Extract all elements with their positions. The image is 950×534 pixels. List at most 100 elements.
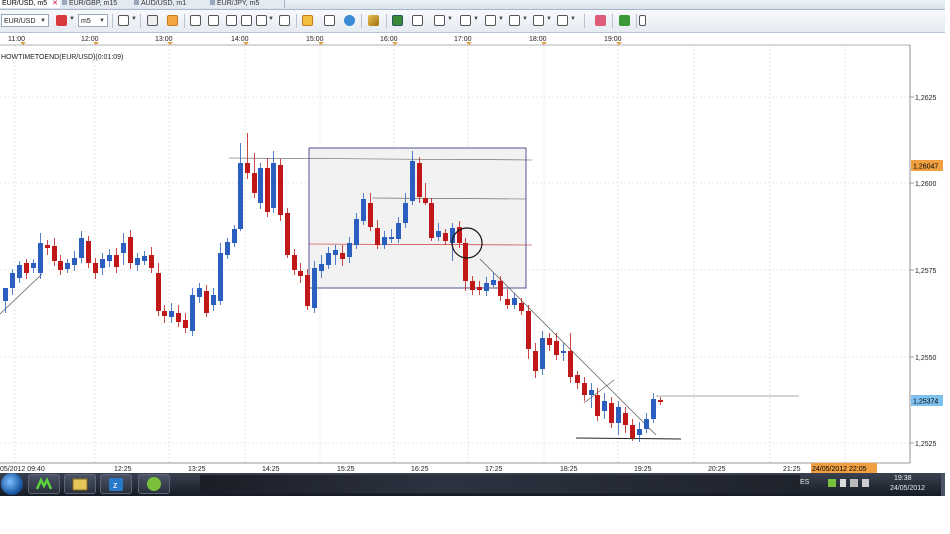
fibonacci-icon[interactable] <box>434 15 445 26</box>
clock-date[interactable]: 24/05/2012 <box>890 485 925 492</box>
text-label-icon[interactable] <box>557 15 568 26</box>
candle-body <box>589 390 594 395</box>
candle-body <box>265 168 270 212</box>
candle-body <box>52 246 57 261</box>
chevron-down-icon[interactable]: ▼ <box>131 16 137 22</box>
toolbar-separator <box>361 14 362 28</box>
candle-body <box>498 281 503 296</box>
rectangle-icon[interactable] <box>533 15 544 26</box>
taskbar-app-m-icon[interactable] <box>28 474 60 494</box>
chevron-down-icon[interactable]: ▼ <box>69 16 75 22</box>
candle-body <box>271 163 276 208</box>
candle <box>278 159 283 221</box>
indicator-label: HOWTIMETOEND(EUR/USD)(0:01:09) <box>1 54 123 61</box>
candle-body <box>561 351 566 353</box>
grid-icon[interactable] <box>324 15 335 26</box>
chart-type-icon[interactable] <box>118 15 129 26</box>
candle-body <box>463 243 468 281</box>
candle-body <box>65 263 70 269</box>
top-time-label: 14:00 <box>231 36 249 43</box>
candle-body <box>24 263 29 273</box>
candle-body <box>410 161 415 201</box>
chevron-down-icon[interactable]: ▼ <box>268 16 274 22</box>
taskbar-window-strip <box>200 475 800 493</box>
chevron-down-icon[interactable]: ▼ <box>546 16 552 22</box>
candle-body <box>204 291 209 313</box>
tab-aud-usd-m1[interactable]: AUD/USD, m1 <box>132 0 209 8</box>
picture-icon[interactable] <box>392 15 403 26</box>
chevron-down-icon[interactable]: ▼ <box>522 16 528 22</box>
scroll-icon[interactable] <box>241 15 252 26</box>
magnifier-icon[interactable] <box>256 15 267 26</box>
bottom-time-label: 18:25 <box>560 466 578 473</box>
screenshot-margin <box>0 496 950 534</box>
taskbar-app-n-icon[interactable] <box>138 474 170 494</box>
globe-icon[interactable] <box>344 15 355 26</box>
clock-time[interactable]: 19:38 <box>894 475 912 482</box>
language-indicator[interactable]: ES <box>800 479 809 486</box>
show-desktop-button[interactable] <box>941 473 945 496</box>
toolbar-options-icon[interactable] <box>639 15 646 26</box>
candle-body <box>547 338 552 345</box>
ruler-icon[interactable] <box>368 15 379 26</box>
candle-body <box>292 255 297 270</box>
bottom-time-label: 14:25 <box>262 466 280 473</box>
candle-body <box>121 243 126 253</box>
candle-body <box>368 203 373 227</box>
price-tick-label: 1,2575 <box>915 268 937 275</box>
windows-start-icon[interactable] <box>1 473 23 495</box>
eraser-icon[interactable] <box>595 15 606 26</box>
candle-body <box>176 313 181 322</box>
zoom-fit-icon[interactable] <box>226 15 237 26</box>
candle-body <box>375 228 380 245</box>
close-tab-icon[interactable]: ✕ <box>52 0 58 7</box>
indicator-icon[interactable] <box>302 15 313 26</box>
candle-body <box>93 263 98 273</box>
candle-body <box>278 165 283 215</box>
chevron-down-icon[interactable]: ▼ <box>447 16 453 22</box>
bottom-time-label: 19:25 <box>634 466 652 473</box>
chevron-down-icon[interactable]: ▼ <box>570 16 576 22</box>
candle-body <box>526 311 531 349</box>
tab-eur-usd-m5[interactable]: EUR/USD, m5 ✕ <box>0 0 61 8</box>
trend-line-icon[interactable] <box>509 15 520 26</box>
taskbar-explorer-icon[interactable] <box>64 474 96 494</box>
pitchfork-icon[interactable] <box>485 15 496 26</box>
timeframe-select[interactable]: m5 ▼ <box>78 14 108 27</box>
candle-body <box>630 425 635 438</box>
chevron-down-icon[interactable]: ▼ <box>498 16 504 22</box>
candle-body <box>429 203 434 238</box>
horizontal-line-icon[interactable] <box>460 15 471 26</box>
chart-mode-icon[interactable] <box>167 15 178 26</box>
chart-canvas[interactable]: 11:00 12:00 13:00 14:00 15:00 16:00 17:00 18:00… <box>0 33 945 473</box>
tray-app-icon[interactable] <box>828 479 836 487</box>
candle-body <box>644 419 649 429</box>
price-chart[interactable]: 11:00 12:00 13:00 14:00 15:00 16:00 17:00 18:00… <box>0 33 945 473</box>
chevron-down-icon[interactable]: ▼ <box>473 16 479 22</box>
tab-eur-gbp-m15[interactable]: EUR/GBP, m15 <box>60 0 133 8</box>
bottom-time-label: 21:25 <box>783 466 801 473</box>
autoscroll-icon[interactable] <box>279 15 290 26</box>
chart-icon <box>62 0 67 5</box>
candle-body <box>477 287 482 290</box>
template-icon[interactable] <box>147 15 158 26</box>
candle-body <box>361 199 366 221</box>
zoom-in-icon[interactable] <box>190 15 201 26</box>
link-chart-icon[interactable] <box>56 15 67 26</box>
symbol-select[interactable]: EUR/USD ▼ <box>1 14 49 27</box>
candle-body <box>417 163 422 197</box>
volume-icon[interactable] <box>862 479 869 487</box>
candle-body <box>354 219 359 245</box>
export-icon[interactable] <box>412 15 423 26</box>
ask-price-text: 1,25374 <box>913 399 938 406</box>
tab-eur-jpy-m5[interactable]: EUR/JPY, m5 <box>208 0 285 8</box>
object-tree-icon[interactable] <box>619 15 630 26</box>
candle-body <box>285 213 290 255</box>
network-icon[interactable] <box>850 479 858 487</box>
battery-icon[interactable] <box>840 479 846 487</box>
tab-label: EUR/JPY, m5 <box>217 0 260 7</box>
taskbar-app-z-icon[interactable]: z <box>100 474 132 494</box>
zoom-out-icon[interactable] <box>208 15 219 26</box>
candle-body <box>595 395 600 416</box>
bottom-time-label: 16:25 <box>411 466 429 473</box>
